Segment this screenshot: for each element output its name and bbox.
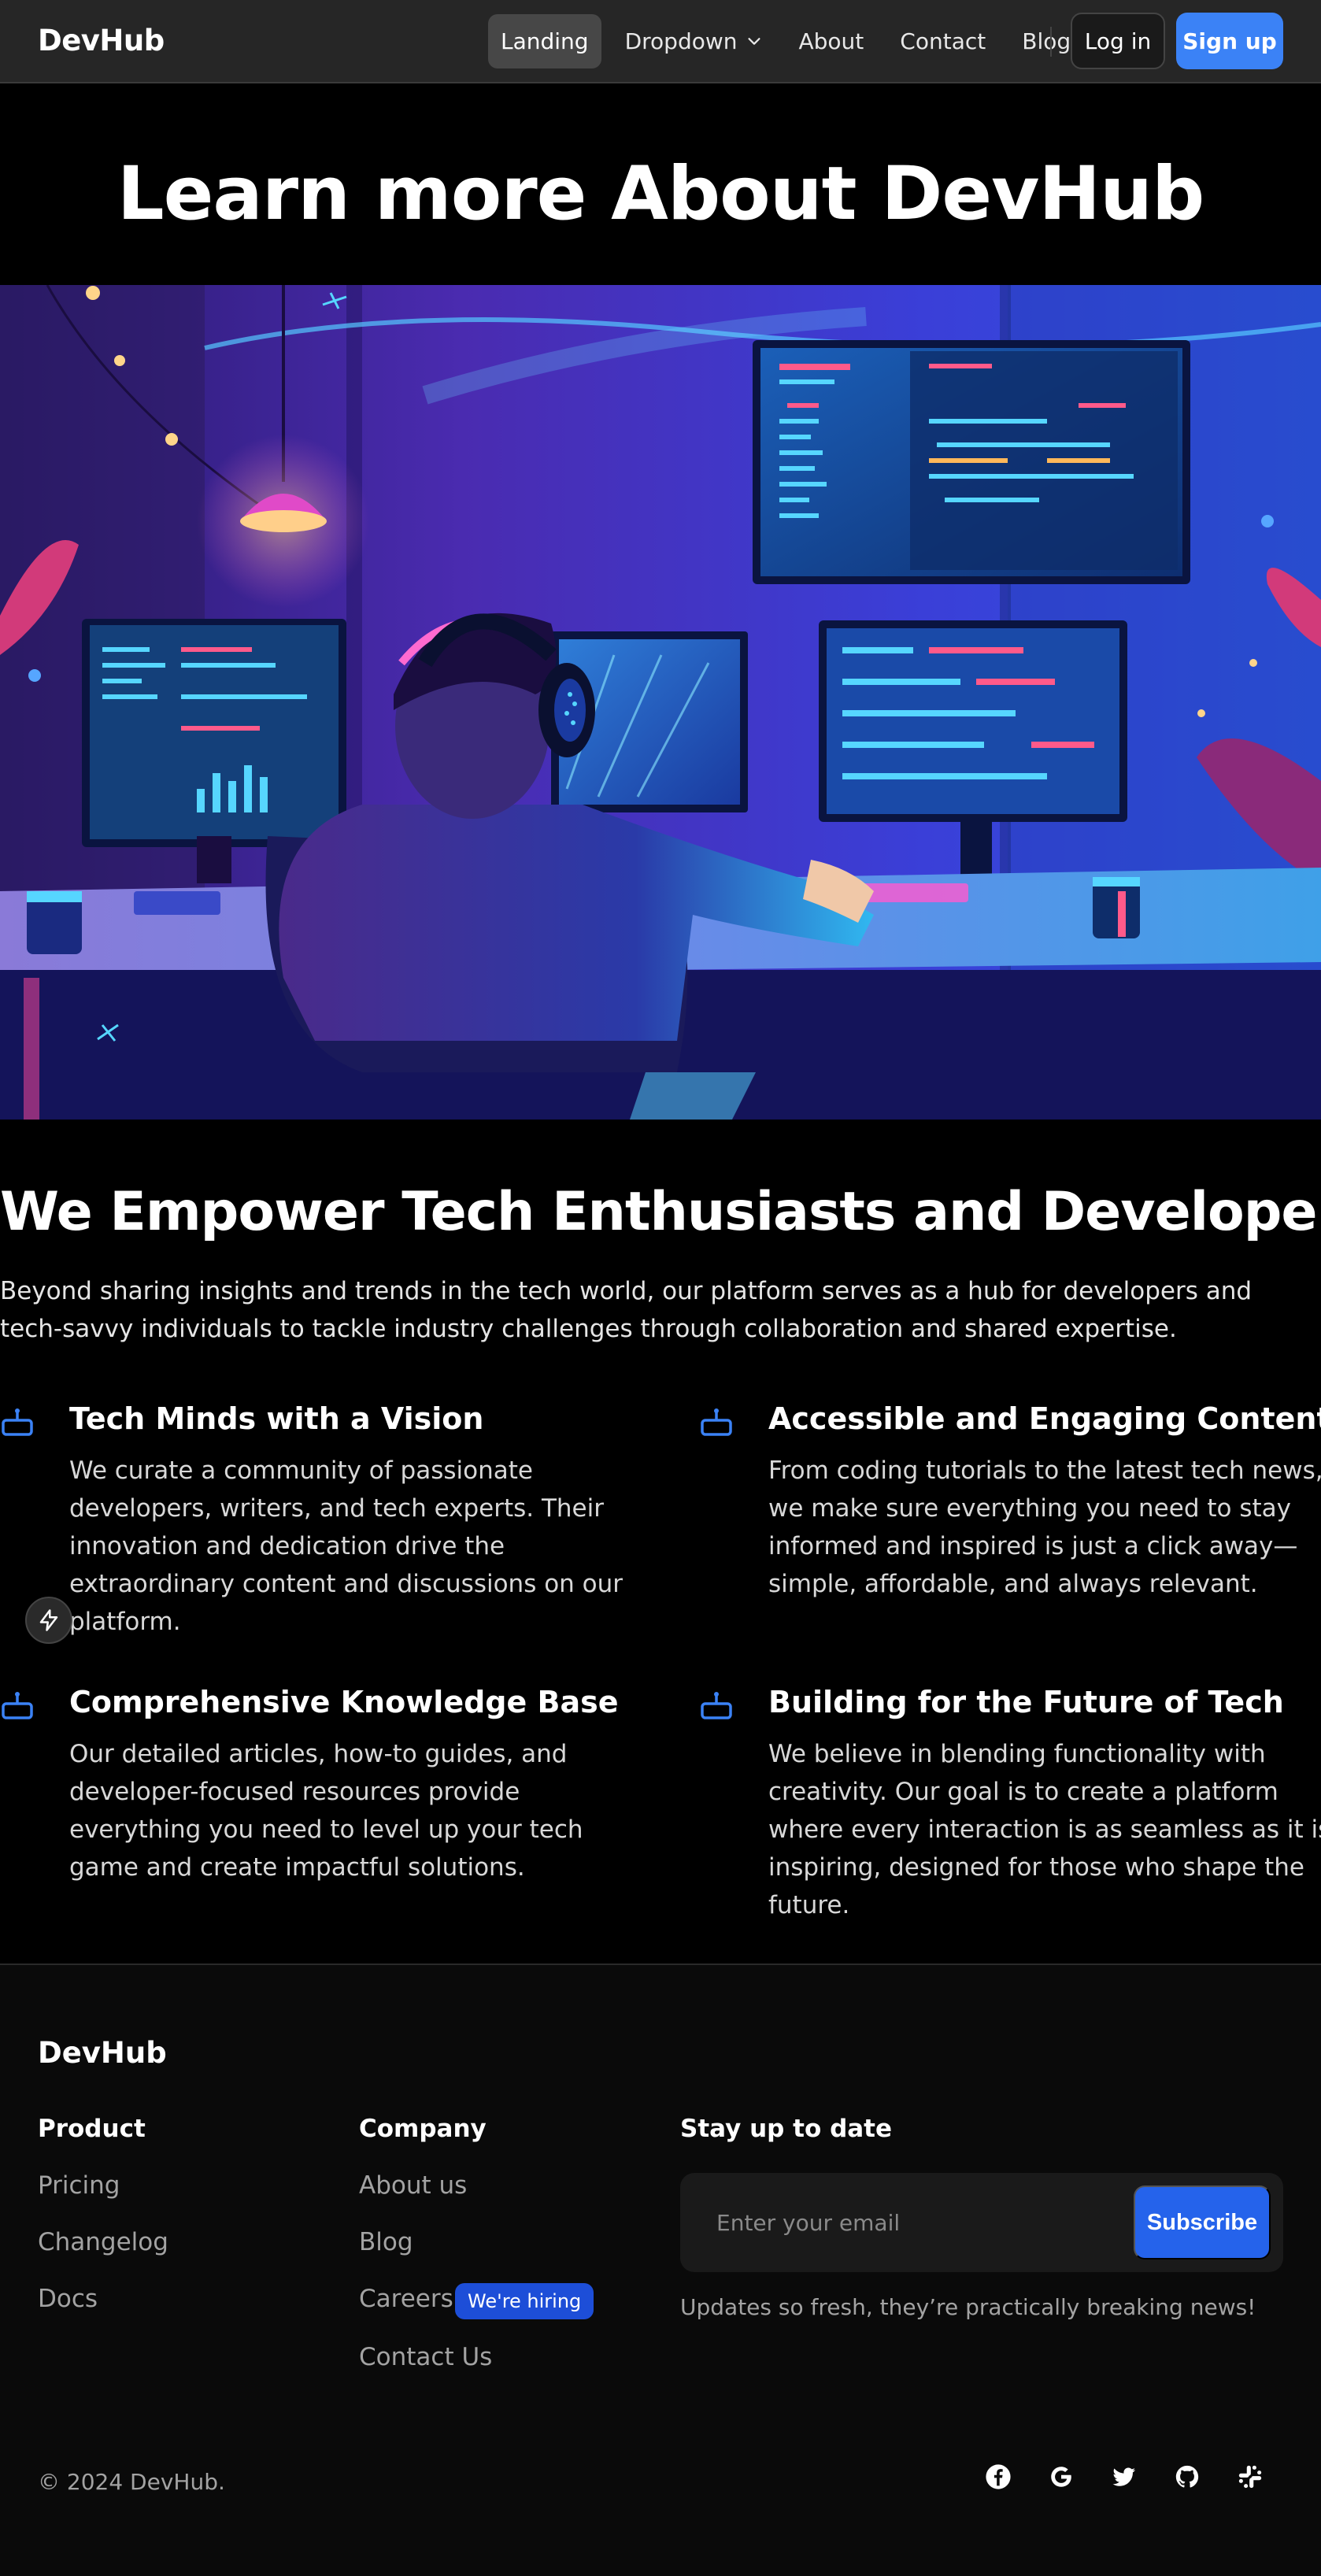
- footer-link-changelog[interactable]: Changelog: [38, 2228, 168, 2256]
- brand-logo[interactable]: DevHub: [38, 24, 165, 57]
- nav-link-label: Landing: [501, 28, 589, 54]
- footer: DevHub Product Pricing Changelog Docs Co…: [0, 1963, 1321, 2576]
- lightning-icon: [39, 1609, 58, 1631]
- robot-icon: [701, 1692, 732, 1719]
- github-icon[interactable]: [1171, 2461, 1203, 2493]
- footer-link-about-us[interactable]: About us: [359, 2171, 467, 2200]
- twitter-icon[interactable]: [1108, 2461, 1140, 2493]
- newsletter-form: Subscribe: [680, 2173, 1283, 2272]
- footer-column-title: Company: [359, 2115, 487, 2143]
- nav-links: Landing Dropdown About Contact Blog: [488, 13, 1083, 69]
- feature-text: Our detailed articles, how-to guides, an…: [69, 1740, 583, 1882]
- facebook-icon[interactable]: [982, 2461, 1014, 2493]
- google-icon[interactable]: [1045, 2461, 1077, 2493]
- copyright: © 2024 DevHub.: [38, 2469, 225, 2495]
- robot-icon: [2, 1692, 33, 1719]
- floating-action-button[interactable]: [25, 1597, 72, 1644]
- navbar: DevHub Landing Dropdown About Contact Bl…: [0, 0, 1321, 83]
- signup-button[interactable]: Sign up: [1176, 13, 1283, 69]
- footer-link-blog[interactable]: Blog: [359, 2228, 413, 2256]
- nav-link-label: Blog: [1022, 28, 1071, 54]
- feature-title: Tech Minds with a Vision: [69, 1401, 484, 1436]
- feature-title: Comprehensive Knowledge Base: [69, 1685, 619, 1719]
- footer-link-pricing[interactable]: Pricing: [38, 2171, 120, 2200]
- nav-divider: [1050, 27, 1052, 57]
- nav-link-landing[interactable]: Landing: [488, 13, 601, 68]
- login-button[interactable]: Log in: [1071, 13, 1165, 69]
- robot-icon: [701, 1408, 732, 1436]
- hero-illustration: [0, 285, 1321, 1120]
- feature-text: We curate a community of passionate deve…: [69, 1456, 623, 1636]
- nav-link-label: Contact: [900, 28, 986, 54]
- feature-title: Building for the Future of Tech: [768, 1685, 1284, 1719]
- slack-icon[interactable]: [1234, 2461, 1266, 2493]
- nav-link-about[interactable]: About: [786, 14, 877, 68]
- feature-text: We believe in blending functionality wit…: [768, 1740, 1321, 1919]
- section-title: We Empower Tech Enthusiasts and Develope…: [0, 1181, 1321, 1243]
- footer-column-title: Product: [38, 2115, 146, 2143]
- feature-title: Accessible and Engaging Content: [768, 1401, 1321, 1436]
- nav-dropdown[interactable]: Dropdown: [612, 14, 775, 68]
- nav-link-contact[interactable]: Contact: [887, 14, 998, 68]
- page-title: Learn more About DevHub: [117, 151, 1205, 237]
- robot-icon: [2, 1408, 33, 1436]
- footer-brand[interactable]: DevHub: [38, 2036, 167, 2070]
- nav-link-label: About: [798, 28, 864, 54]
- footer-link-docs[interactable]: Docs: [38, 2285, 98, 2313]
- hiring-badge: We're hiring: [455, 2283, 594, 2319]
- section-description: Beyond sharing insights and trends in th…: [0, 1277, 1253, 1343]
- footer-link-contact-us[interactable]: Contact Us: [359, 2343, 492, 2371]
- footer-column-title: Stay up to date: [680, 2115, 893, 2143]
- social-links: [982, 2461, 1266, 2493]
- feature-text: From coding tutorials to the latest tech…: [768, 1456, 1321, 1598]
- nav-link-label: Dropdown: [624, 28, 738, 54]
- footer-link-careers[interactable]: Careers: [359, 2285, 453, 2313]
- chevron-down-icon: [747, 38, 760, 45]
- newsletter-note: Updates so fresh, they’re practically br…: [680, 2294, 1256, 2320]
- subscribe-button[interactable]: Subscribe: [1134, 2186, 1271, 2260]
- email-input[interactable]: [699, 2190, 1093, 2255]
